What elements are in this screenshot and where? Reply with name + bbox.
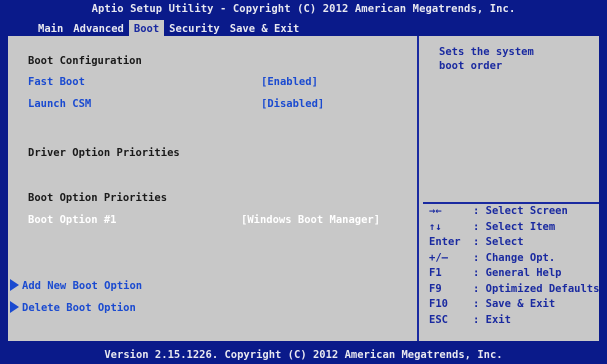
key-row-select-item: ↑↓ : Select Item bbox=[429, 220, 599, 236]
menu-bar: Main Advanced Boot Security Save & Exit bbox=[33, 20, 304, 37]
panel-divider bbox=[413, 36, 423, 341]
delete-boot-option-link[interactable]: Delete Boot Option bbox=[10, 301, 136, 314]
key-row-optimized-defaults: F9 : Optimized Defaults bbox=[429, 282, 599, 298]
key-desc: : Select Item bbox=[473, 220, 556, 233]
key-label: ESC bbox=[429, 313, 448, 326]
key-legend: →← : Select Screen ↑↓ : Select Item Enter:… bbox=[429, 204, 599, 328]
arrows-up-down-icon: ↑↓ bbox=[429, 220, 442, 233]
tab-advanced[interactable]: Advanced bbox=[68, 20, 129, 37]
boot-option-priorities-heading: Boot Option Priorities bbox=[28, 192, 168, 204]
launch-csm-value[interactable]: [Disabled] bbox=[261, 98, 324, 110]
submenu-arrow-icon bbox=[10, 279, 19, 291]
key-label: F1 bbox=[429, 267, 442, 279]
key-row-save-exit: F10 : Save & Exit bbox=[429, 297, 599, 313]
arrows-left-right-icon: →← bbox=[429, 205, 442, 217]
key-label: F9 bbox=[429, 282, 442, 295]
key-desc: : Save & Exit bbox=[473, 298, 556, 310]
key-row-select-screen: →← : Select Screen bbox=[429, 204, 599, 220]
help-text: Sets the system boot order bbox=[439, 46, 534, 72]
key-row-exit: ESC : Exit bbox=[429, 313, 599, 329]
window-title: Aptio Setup Utility - Copyright (C) 2012… bbox=[91, 3, 516, 15]
settings-list: Boot Configuration Fast Boot [Enabled] L… bbox=[8, 36, 413, 341]
tab-boot[interactable]: Boot bbox=[128, 20, 165, 37]
driver-option-priorities-heading: Driver Option Priorities bbox=[28, 147, 180, 159]
key-desc: : Select bbox=[473, 236, 524, 248]
setup-panel: Boot Configuration Fast Boot [Enabled] L… bbox=[8, 36, 599, 341]
tab-main[interactable]: Main bbox=[33, 20, 68, 37]
key-desc: : Change Opt. bbox=[473, 251, 556, 264]
submenu-arrow-icon bbox=[10, 301, 19, 313]
tab-security[interactable]: Security bbox=[164, 20, 225, 37]
key-label: Enter bbox=[429, 236, 461, 248]
key-label: F10 bbox=[429, 298, 448, 310]
key-row-general-help: F1 : General Help bbox=[429, 266, 599, 282]
delete-boot-option-label: Delete Boot Option bbox=[22, 302, 136, 314]
launch-csm-label: Launch CSM bbox=[28, 98, 92, 110]
boot-option-1-value[interactable]: [Windows Boot Manager] bbox=[241, 214, 380, 226]
key-desc: : Select Screen bbox=[473, 205, 568, 217]
fast-boot-label: Fast Boot bbox=[28, 76, 85, 88]
launch-csm-setting[interactable]: Launch CSM [Disabled] bbox=[28, 98, 324, 110]
key-desc: : Optimized Defaults bbox=[473, 282, 600, 295]
add-new-boot-option-link[interactable]: Add New Boot Option bbox=[10, 279, 142, 292]
boot-configuration-heading: Boot Configuration bbox=[28, 55, 142, 67]
fast-boot-value[interactable]: [Enabled] bbox=[261, 76, 318, 88]
tab-save-exit[interactable]: Save & Exit bbox=[225, 20, 305, 37]
key-row-change-opt: +/— : Change Opt. bbox=[429, 251, 599, 267]
key-label: +/— bbox=[429, 251, 448, 264]
add-new-boot-option-label: Add New Boot Option bbox=[22, 280, 143, 292]
version-footer: Version 2.15.1226. Copyright (C) 2012 Am… bbox=[104, 349, 503, 361]
boot-option-1-setting[interactable]: Boot Option #1 [Windows Boot Manager] bbox=[28, 214, 380, 226]
key-desc: : General Help bbox=[473, 267, 562, 279]
fast-boot-setting[interactable]: Fast Boot [Enabled] bbox=[28, 76, 318, 88]
boot-option-1-label: Boot Option #1 bbox=[28, 214, 117, 226]
help-panel: Sets the system boot order →← : Select Sc… bbox=[423, 36, 599, 341]
key-desc: : Exit bbox=[473, 313, 511, 326]
key-row-select: Enter : Select bbox=[429, 235, 599, 251]
